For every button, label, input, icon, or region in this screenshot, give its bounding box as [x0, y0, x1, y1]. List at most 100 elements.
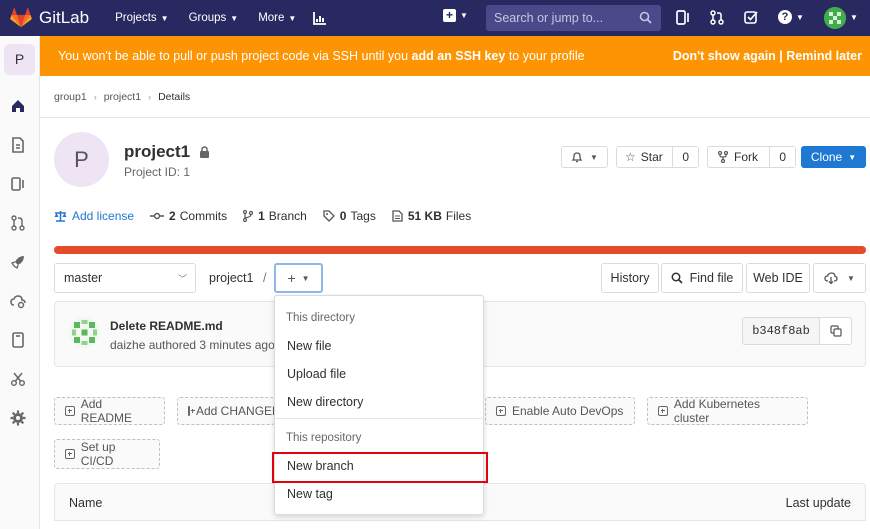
commit-title[interactable]: Delete README.md	[110, 319, 223, 333]
dropdown-header-repository: This repository	[286, 432, 362, 444]
project-stats: Add license 2 Commits 1 Branch 0 Tags 51…	[54, 209, 487, 223]
breadcrumb-current[interactable]: Details	[158, 91, 190, 103]
project-name: project1	[124, 142, 191, 161]
chevron-down-icon: ▼	[160, 13, 169, 23]
chevron-down-icon: ▼	[288, 13, 297, 23]
chevron-down-icon: ▼	[590, 152, 598, 162]
new-menu-button[interactable]: + ▼	[443, 9, 468, 22]
branches-link[interactable]: 1 Branch	[243, 209, 307, 223]
user-avatar[interactable]	[824, 7, 846, 29]
add-kubernetes-cluster-label: Add Kubernetes cluster	[673, 397, 760, 425]
menu-new-directory[interactable]: New directory	[287, 395, 363, 409]
breadcrumb-group[interactable]: group1	[54, 91, 87, 103]
add-readme-label: Add README	[80, 397, 133, 425]
banner-actions: Don't show again | Remind later	[673, 49, 862, 63]
question-icon: ?	[778, 10, 792, 24]
breadcrumb: group1 › project1 › Details	[54, 91, 190, 103]
repository-language-bar	[54, 246, 866, 254]
gitlab-fox-icon	[10, 8, 32, 28]
add-to-tree-button[interactable]: + ▼	[274, 263, 323, 293]
settings-gear-icon[interactable]	[10, 410, 26, 426]
add-ssh-key-link[interactable]: add an SSH key	[412, 49, 506, 63]
issues-icon[interactable]	[10, 176, 26, 192]
help-menu[interactable]: ? ▼	[778, 10, 804, 24]
chevron-right-icon: ›	[93, 92, 97, 102]
menu-upload-file[interactable]: Upload file	[287, 367, 346, 381]
tags-link[interactable]: 0 Tags	[323, 209, 376, 223]
banner-message: You won't be able to pull or push projec…	[58, 49, 585, 63]
chevron-down-icon: ▼	[796, 12, 804, 22]
setup-cicd-label: Set up CI/CD	[80, 440, 116, 468]
new-branch-highlight-box	[272, 452, 488, 483]
history-button[interactable]: History	[601, 263, 659, 293]
operations-cloud-icon[interactable]	[10, 293, 26, 309]
commit-author-avatar[interactable]	[69, 317, 100, 348]
activity-chart-icon[interactable]	[313, 11, 327, 25]
remind-later-link[interactable]: Remind later	[786, 49, 862, 63]
fork-action[interactable]: Fork	[708, 150, 758, 164]
menu-new-file[interactable]: New file	[287, 339, 331, 353]
todos-icon[interactable]	[744, 10, 758, 25]
rocket-icon[interactable]	[10, 254, 26, 270]
repository-icon[interactable]	[10, 137, 26, 153]
star-action[interactable]: ☆ Star	[617, 150, 663, 164]
home-icon[interactable]	[10, 98, 26, 114]
files-label: Files	[445, 209, 472, 223]
files-link[interactable]: 51 KB Files	[392, 209, 471, 223]
web-ide-button[interactable]: Web IDE	[746, 263, 810, 293]
commits-link[interactable]: 2 Commits	[150, 209, 227, 223]
add-kubernetes-cluster-button[interactable]: Add Kubernetes cluster	[647, 397, 808, 425]
tags-count: 0	[339, 209, 347, 223]
copy-icon	[829, 325, 842, 337]
banner-separator: |	[779, 49, 783, 63]
notification-button[interactable]: ▼	[561, 146, 608, 168]
search-input[interactable]: Search or jump to...	[486, 5, 661, 31]
gitlab-logo[interactable]: GitLab	[10, 8, 89, 28]
nav-groups[interactable]: Groups ▼	[189, 12, 239, 24]
merge-requests-icon[interactable]	[10, 215, 26, 231]
branch-selector[interactable]: master ﹀	[54, 263, 196, 293]
history-label: History	[610, 271, 650, 285]
breadcrumb-project[interactable]: project1	[104, 91, 141, 103]
star-button[interactable]: ☆ Star 0	[616, 146, 699, 168]
plus-square-icon	[496, 406, 506, 416]
nav-projects[interactable]: Projects ▼	[115, 12, 168, 24]
dont-show-again-link[interactable]: Don't show again	[673, 49, 776, 63]
banner-text-pre: You won't be able to pull or push projec…	[58, 49, 412, 63]
bell-icon	[571, 152, 583, 163]
lock-icon	[200, 146, 210, 158]
merge-requests-icon[interactable]	[710, 10, 724, 25]
add-readme-button[interactable]: Add README	[54, 397, 165, 425]
sidebar-project-avatar[interactable]: P	[4, 44, 35, 75]
snippets-scissors-icon[interactable]	[10, 371, 26, 387]
fork-label: Fork	[734, 150, 758, 164]
download-cloud-icon	[824, 272, 838, 284]
enable-auto-devops-button[interactable]: Enable Auto DevOps	[485, 397, 635, 425]
chevron-down-icon: ▼	[848, 152, 857, 162]
add-changelog-button[interactable]: Add CHANGELOG	[177, 397, 275, 425]
commit-sha[interactable]: b348f8ab	[742, 317, 820, 345]
divider	[40, 117, 870, 118]
commit-icon	[150, 212, 165, 220]
branch-label: Branch	[268, 209, 307, 223]
wiki-book-icon[interactable]	[10, 332, 26, 348]
ssh-key-warning-banner: You won't be able to pull or push projec…	[40, 36, 870, 76]
star-count[interactable]: 0	[672, 147, 698, 167]
nav-more[interactable]: More ▼	[258, 12, 296, 24]
copy-sha-button[interactable]	[819, 317, 852, 345]
commit-meta: daizhe authored 3 minutes ago	[110, 338, 275, 352]
branch-name: master	[64, 271, 103, 285]
add-license-link[interactable]: Add license	[54, 209, 134, 223]
clone-button[interactable]: Clone ▼	[801, 146, 866, 168]
menu-new-tag[interactable]: New tag	[287, 487, 333, 501]
download-button[interactable]: ▼	[813, 263, 866, 293]
plus-icon: +	[443, 9, 456, 22]
fork-count[interactable]: 0	[769, 147, 795, 167]
find-file-button[interactable]: Find file	[661, 263, 743, 293]
issues-icon[interactable]	[676, 10, 690, 25]
fork-button[interactable]: Fork 0	[707, 146, 796, 168]
repo-path[interactable]: project1	[209, 271, 253, 285]
setup-cicd-button[interactable]: Set up CI/CD	[54, 439, 160, 469]
web-ide-label: Web IDE	[753, 271, 803, 285]
plus-icon: +	[287, 270, 296, 286]
